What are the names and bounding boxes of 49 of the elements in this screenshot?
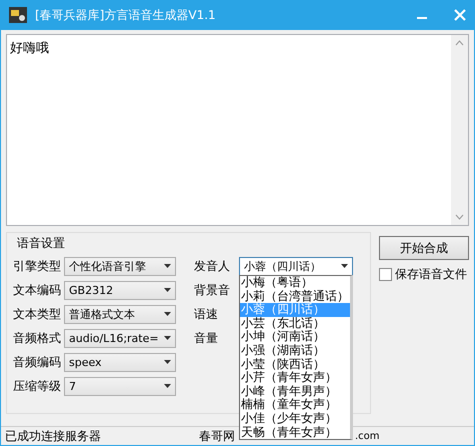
field-label: 文本类型 [13,306,61,322]
dropdown-option[interactable]: 小强（湖南话） [240,344,350,358]
dropdown[interactable]: speex [64,352,176,372]
field-label: 音频编码 [13,354,61,370]
window-title: [春哥兵器库]方言语音生成器V1.1 [35,6,216,24]
field-label: 语速 [194,306,219,322]
start-button[interactable]: 开始合成 [379,236,469,260]
field-label: 引擎类型 [13,258,61,274]
status-text: 已成功连接服务器 [5,428,101,444]
dropdown[interactable]: 普通格式文本 [64,304,176,324]
field-label: 音频格式 [13,330,61,346]
caret-icon [164,336,171,340]
dropdown-option[interactable]: 小芸（东北话） [240,316,350,330]
field-label: 音量 [194,330,219,346]
dropdown[interactable]: 7 [64,376,176,396]
field-label: 文本编码 [13,282,61,298]
close-icon[interactable] [454,9,466,21]
dropdown[interactable]: 个性化语音引擎 [64,256,176,276]
caret-icon [164,360,171,364]
field-label: 背景音 [194,282,231,298]
scrollbar[interactable] [451,35,468,225]
dropdown-option[interactable]: 小莉（台湾普通话） [240,290,350,304]
caret-icon [164,384,171,388]
dropdown-option[interactable]: 小梅（粤语） [240,276,350,290]
group-title: 语音设置 [17,235,65,252]
text-input-field[interactable]: 好嗨哦 [6,34,469,226]
scroll-up-icon[interactable] [455,40,464,46]
dropdown-option[interactable]: 小坤（河南话） [240,330,350,344]
dropdown[interactable]: 小蓉（四川话） [239,256,353,276]
dropdown-option[interactable]: 小芹（青年女声） [240,371,350,385]
caret-icon [164,288,171,292]
field-label: 压缩等级 [13,378,61,394]
scroll-down-icon[interactable] [455,214,464,220]
dropdown-option[interactable]: 楠楠（童年女声） [240,398,350,412]
caret-icon [341,264,348,268]
dropdown[interactable]: GB2312 [64,280,176,300]
dropdown-option[interactable]: 小莹（陕西话） [240,358,350,372]
checkbox[interactable] [379,268,392,281]
field-label: 发音人 [194,258,231,274]
dropdown-option[interactable]: 天畅（青年女声） [240,426,350,440]
dropdown[interactable]: audio/L16;rate= [64,328,176,348]
status-text: .com [355,430,380,442]
status-text: 春哥网 [199,428,235,444]
app-icon [9,7,27,23]
dropdown-option[interactable]: 小佳（少年女声） [240,412,350,426]
caret-icon [164,312,171,316]
checkbox-label: 保存语音文件 [395,266,467,283]
caret-icon [164,264,171,268]
dropdown-option[interactable]: 小峰（青年男声） [240,384,350,398]
